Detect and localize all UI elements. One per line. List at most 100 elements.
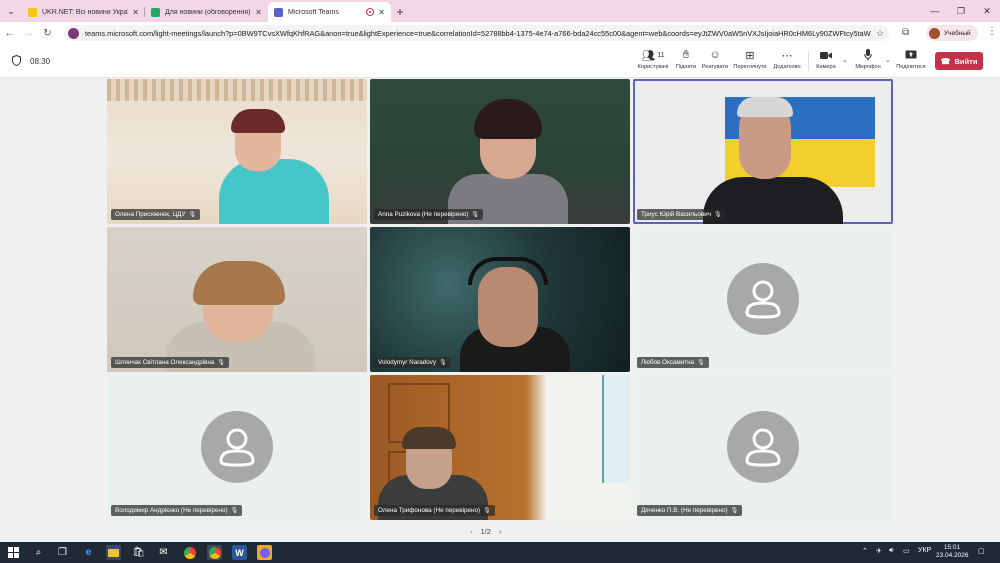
participant-tile[interactable]: Дяченко П.В. (Не перевірено) 🎙︎ [633, 375, 893, 520]
mic-icon: 🎙︎ [230, 508, 239, 514]
participant-tile-active-speaker[interactable]: Триус Юрій Васильович 🎙︎ [633, 79, 893, 224]
notifications-icon[interactable]: ▢ [978, 547, 985, 555]
reload-icon[interactable]: ↻ [38, 28, 57, 39]
windows-taskbar: ⌕ ❐ e 🛍︎ ✉ W ⌃ ✈︎ 🔊︎ ▭ УКР 15:01 23.04.2… [0, 542, 1000, 563]
url-field[interactable]: teams.microsoft.com/light-meetings/launc… [64, 25, 889, 41]
mic-icon: 🎙︎ [471, 212, 480, 218]
back-icon[interactable]: ← [0, 28, 19, 39]
chevron-left-icon[interactable]: ‹ [470, 527, 473, 536]
participant-tile[interactable]: Олена Трифонова (Не перевірено) 🎙︎ [370, 375, 630, 520]
close-icon[interactable]: ✕ [378, 8, 385, 17]
minimize-icon[interactable]: — [922, 0, 948, 22]
grid-view-icon: ⊞ [745, 49, 755, 62]
camera-button[interactable]: Камера [813, 48, 839, 76]
input-language[interactable]: УКР [918, 547, 931, 554]
store-icon[interactable]: 🛍︎ [131, 545, 146, 560]
mic-label: Мікрофон [855, 64, 881, 70]
task-view-icon[interactable]: ❐ [55, 545, 70, 560]
participants-button[interactable]: 👥︎ 11 Користувачі [636, 48, 670, 76]
smiley-icon: ☺ [709, 49, 721, 61]
edge-browser-icon[interactable]: e [81, 545, 96, 560]
avatar-placeholder-icon [727, 263, 799, 335]
bookmark-star-icon[interactable]: ☆ [871, 28, 889, 39]
chevron-down-icon[interactable]: ⌄ [885, 56, 891, 64]
react-button[interactable]: ☺ Реагувати [701, 48, 729, 76]
chrome-icon[interactable] [182, 545, 197, 560]
restore-icon[interactable]: ❐ [948, 0, 974, 22]
participant-tile[interactable]: Шлянчак Світлана Олександрівна 🎙︎ [107, 227, 367, 372]
network-icon[interactable]: ✈︎ [876, 547, 882, 555]
participant-tile[interactable]: Anna Puzikova (Не перевірено) 🎙︎ [370, 79, 630, 224]
browser-tab[interactable]: UKR.NET: Всі новини України ✕ [22, 2, 145, 22]
participant-tile[interactable]: Любов Оксамитна 🎙︎ [633, 227, 893, 372]
background-ceiling [107, 79, 367, 101]
browser-tab-strip: ⌄ UKR.NET: Всі новини України ✕ Для нови… [0, 0, 1000, 22]
participant-name-tag: Volodymyr Naradovy 🎙︎ [374, 357, 451, 368]
share-label: Поділитися [896, 64, 926, 70]
browser-tab-active[interactable]: Microsoft Teams ✕ [268, 2, 391, 22]
close-icon[interactable]: ✕ [255, 8, 262, 17]
mail-icon[interactable]: ✉ [156, 545, 171, 560]
participant-tile[interactable]: Volodymyr Naradovy 🎙︎ [370, 227, 630, 372]
windows-start-icon[interactable] [6, 545, 21, 560]
extensions-icon[interactable]: ⧉ [902, 27, 909, 38]
search-icon[interactable]: ⌕ [31, 545, 46, 560]
participant-name: Олена Трифонова (Не перевірено) [378, 507, 481, 514]
meeting-header: 08:30 👥︎ 11 Користувачі ✋︎ Підняти ☺ Реаг… [0, 44, 1000, 78]
leave-button[interactable]: ☎︎ Вийти [935, 52, 983, 70]
avatar-placeholder-icon [201, 411, 273, 483]
raise-hand-button[interactable]: ✋︎ Підняти [673, 48, 699, 76]
tab-search-icon[interactable]: ⌄ [0, 0, 22, 22]
hand-icon: ✋︎ [682, 48, 690, 61]
new-tab-icon[interactable]: + [391, 2, 409, 22]
view-button[interactable]: ⊞ Переглянути [732, 48, 768, 76]
address-bar: ← → ↻ teams.microsoft.com/light-meetings… [0, 22, 1000, 44]
share-button[interactable]: Поділитися [895, 48, 927, 76]
participants-label: Користувачі [637, 64, 669, 70]
react-label: Реагувати [701, 64, 729, 70]
wall-calendar [602, 375, 630, 483]
battery-icon[interactable]: ▭ [903, 547, 910, 555]
participant-hair [402, 427, 456, 449]
participant-name: Anna Puzikova (Не перевірено) [378, 211, 469, 218]
shield-icon [12, 55, 21, 66]
tray-chevron-icon[interactable]: ⌃ [862, 547, 868, 555]
participant-name: Шлянчак Світлана Олександрівна [115, 359, 215, 366]
participant-name-tag: Олена Трифонова (Не перевірено) 🎙︎ [374, 505, 495, 516]
more-label: Додатково [773, 64, 801, 70]
close-icon[interactable]: ✕ [132, 8, 139, 17]
chevron-down-icon[interactable]: ⌄ [842, 56, 848, 64]
volume-icon[interactable]: 🔊︎ [889, 547, 893, 555]
camera-icon [820, 48, 832, 62]
chrome-profile-icon[interactable] [207, 545, 222, 560]
file-explorer-icon[interactable] [106, 545, 121, 560]
word-icon[interactable]: W [232, 545, 247, 560]
window-controls: — ❐ ✕ [922, 0, 1000, 22]
mic-icon: 🎙︎ [188, 212, 197, 218]
system-clock[interactable]: 15:01 23.04.2026 [936, 544, 969, 560]
share-screen-icon [905, 48, 917, 62]
profile-button[interactable]: Учебный [926, 25, 978, 41]
mic-icon: 🎙︎ [483, 508, 491, 514]
participant-video [219, 159, 329, 224]
chevron-right-icon[interactable]: › [499, 527, 502, 536]
close-window-icon[interactable]: ✕ [974, 0, 1000, 22]
divider [808, 51, 809, 71]
google-drive-favicon-icon [151, 7, 160, 17]
participant-hair [231, 109, 285, 133]
forward-icon[interactable]: → [19, 28, 38, 39]
more-button[interactable]: ⋯ Додатково [771, 48, 803, 76]
participant-hair [193, 261, 285, 305]
site-info-icon[interactable] [68, 27, 79, 39]
microphone-button[interactable]: Мікрофон [852, 48, 884, 76]
viber-icon[interactable] [257, 545, 272, 560]
browser-tab[interactable]: Для новини (обговорення) - G ✕ [145, 2, 268, 22]
participant-hair [737, 97, 793, 117]
browser-menu-icon[interactable]: ⋮ [987, 26, 997, 37]
raise-label: Підняти [675, 64, 697, 70]
gallery-pager: ‹ 1/2 › [470, 527, 501, 536]
people-icon: 👥︎ [641, 49, 656, 62]
participant-tile[interactable]: Володимир Андрієнко (Не перевірено) 🎙︎ [107, 375, 367, 520]
participant-tile[interactable]: Олена Присяжнюк, ЦДУ 🎙︎ [107, 79, 367, 224]
ukrnet-favicon-icon [28, 7, 37, 17]
